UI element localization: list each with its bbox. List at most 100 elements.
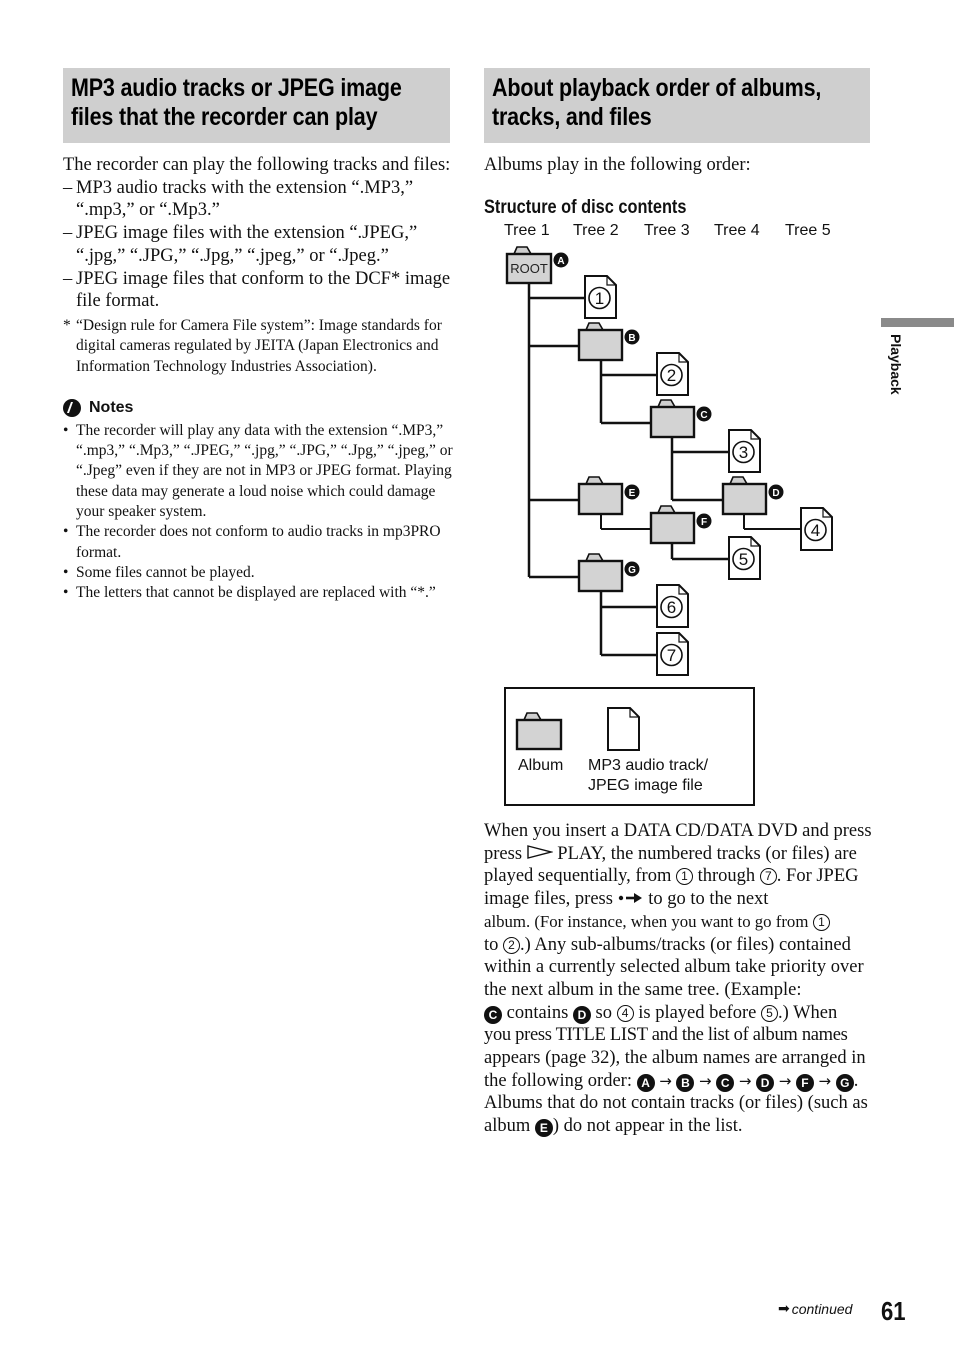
body-text: album. (For instance, when you want to g…: [484, 911, 809, 931]
album-badge-c: C: [696, 406, 712, 422]
album-folder-c: [649, 399, 696, 439]
body-text: ) do not appear in the list.: [552, 1116, 743, 1137]
note-text: The recorder does not conform to audio t…: [76, 523, 441, 561]
notes-header: Notes: [63, 397, 453, 419]
album-badge-b: B: [624, 329, 640, 345]
list-item-text: JPEG image files with the extension “.JP…: [76, 223, 418, 266]
right-section-heading-box: About playback order of albums, tracks, …: [484, 68, 870, 143]
body-text: When you insert a DATA CD/DATA DVD and p…: [484, 821, 872, 841]
album-ref-c: C: [716, 1073, 735, 1092]
album-folder-b: [577, 322, 624, 362]
continued-arrow-icon: ➡: [778, 1300, 790, 1316]
side-tab: Playback: [886, 334, 906, 404]
track-ref-5: 5: [761, 1004, 779, 1022]
legend-file-label-2: JPEG image file: [588, 777, 703, 794]
album-ref-a: A: [636, 1073, 655, 1092]
structure-title: Structure of disc contents: [484, 197, 687, 218]
album-badge-f: F: [696, 513, 712, 529]
album-folders: ROOT A B C D E F G: [505, 246, 784, 593]
note-item: • The recorder will play any data with th…: [63, 421, 453, 520]
next-album-icon: [618, 889, 644, 909]
svg-text:G: G: [628, 565, 636, 576]
body-text: through: [697, 866, 756, 887]
note-item: • The recorder does not conform to audio …: [63, 523, 441, 561]
left-section-heading-box: MP3 audio tracks or JPEG image files tha…: [63, 68, 450, 143]
body-text: .) Any sub-albums/tracks (or files) cont…: [484, 934, 864, 1000]
left-intro: The recorder can play the following trac…: [63, 155, 451, 175]
body-text: you press TITLE LIST and the list of alb…: [484, 1025, 848, 1046]
album-ref-e: E: [534, 1119, 553, 1138]
page-number: 61: [881, 1296, 906, 1326]
dash-marker: –: [63, 177, 73, 198]
body-text: is played before: [638, 1002, 757, 1023]
list-item-text: JPEG image files that conform to the DCF…: [76, 268, 451, 312]
track-files: 1 2 3 4 5 6 7: [584, 275, 833, 676]
note-item: • Some files cannot be played.: [63, 563, 255, 581]
body-text: to go to the next: [648, 889, 769, 910]
album-ref-f: F: [795, 1073, 814, 1092]
left-column: The recorder can play the following trac…: [63, 154, 453, 603]
album-ref-d: D: [756, 1073, 775, 1092]
body-text: so: [595, 1002, 612, 1023]
legend-album-label: Album: [518, 757, 564, 774]
svg-text:E: E: [629, 488, 636, 499]
tree-connectors: [527, 283, 801, 657]
playback-order-description: When you insert a DATA CD/DATA DVD and p…: [484, 820, 874, 1138]
album-folder-f: [649, 505, 696, 545]
album-folder-e: [577, 476, 624, 516]
track-ref-4: 4: [616, 1004, 634, 1022]
legend-file-label-1: MP3 audio track/: [588, 757, 709, 774]
svg-text:A: A: [557, 256, 564, 267]
svg-text:3: 3: [739, 443, 748, 462]
dash-marker: –: [63, 268, 73, 289]
track-file-5: 5: [728, 536, 761, 580]
svg-text:6: 6: [667, 598, 676, 617]
body-text: contains: [506, 1002, 569, 1023]
arrow: →: [818, 1071, 832, 1090]
dash-marker: –: [63, 223, 73, 244]
root-folder: ROOT: [505, 246, 553, 285]
continued-text: continued: [791, 1300, 853, 1317]
body-text: .) When: [778, 1002, 838, 1023]
note-item: • The letters that cannot be displayed ar…: [63, 584, 436, 602]
album-ref-c: C: [484, 1005, 502, 1024]
body-text: to: [484, 934, 499, 955]
svg-text:4: 4: [811, 521, 820, 540]
track-file-4: 4: [800, 507, 833, 551]
svg-text:ROOT: ROOT: [510, 261, 548, 276]
arrow: →: [659, 1071, 672, 1090]
svg-text:F: F: [701, 517, 707, 528]
svg-text:1: 1: [595, 289, 604, 308]
svg-text:D: D: [772, 488, 779, 499]
note-text: The letters that cannot be displayed are…: [76, 584, 436, 602]
arrow: →: [738, 1071, 752, 1090]
track-ref-1: 1: [813, 913, 830, 931]
play-icon: [526, 844, 554, 864]
side-tab-bar: [881, 318, 954, 327]
album-folder-g: [577, 553, 624, 593]
footnote: * “Design rule for Camera File system”: …: [63, 316, 453, 377]
side-tab-label: Playback: [888, 334, 904, 395]
track-ref-2: 2: [503, 936, 521, 954]
track-file-7: 7: [656, 632, 689, 676]
album-badge-a: A: [553, 252, 569, 268]
diagram-legend: Album MP3 audio track/ JPEG image file: [504, 687, 755, 806]
album-badge-g: G: [624, 561, 640, 577]
list-item: – MP3 audio tracks with the extension “.…: [63, 177, 453, 222]
list-item-text: MP3 audio tracks with the extension “.MP…: [76, 177, 414, 221]
tree-label: Tree 4: [714, 222, 760, 239]
right-intro: Albums play in the following order:: [484, 155, 751, 175]
svg-text:B: B: [628, 333, 635, 344]
album-folder-d: [721, 476, 768, 516]
svg-text:5: 5: [739, 550, 748, 569]
note-text: The recorder will play any data with the…: [76, 421, 453, 520]
arrow: →: [699, 1071, 712, 1090]
footnote-text: “Design rule for Camera File system”: Im…: [76, 316, 442, 375]
tree-label: Tree 2: [573, 222, 619, 239]
track-ref-7: 7: [759, 868, 777, 886]
svg-text:7: 7: [667, 646, 676, 665]
track-file-2: 2: [656, 352, 689, 396]
continued-indicator: ➡ continued: [778, 1300, 852, 1317]
album-badge-e: E: [624, 484, 640, 500]
note-text: Some files cannot be played.: [76, 563, 255, 581]
